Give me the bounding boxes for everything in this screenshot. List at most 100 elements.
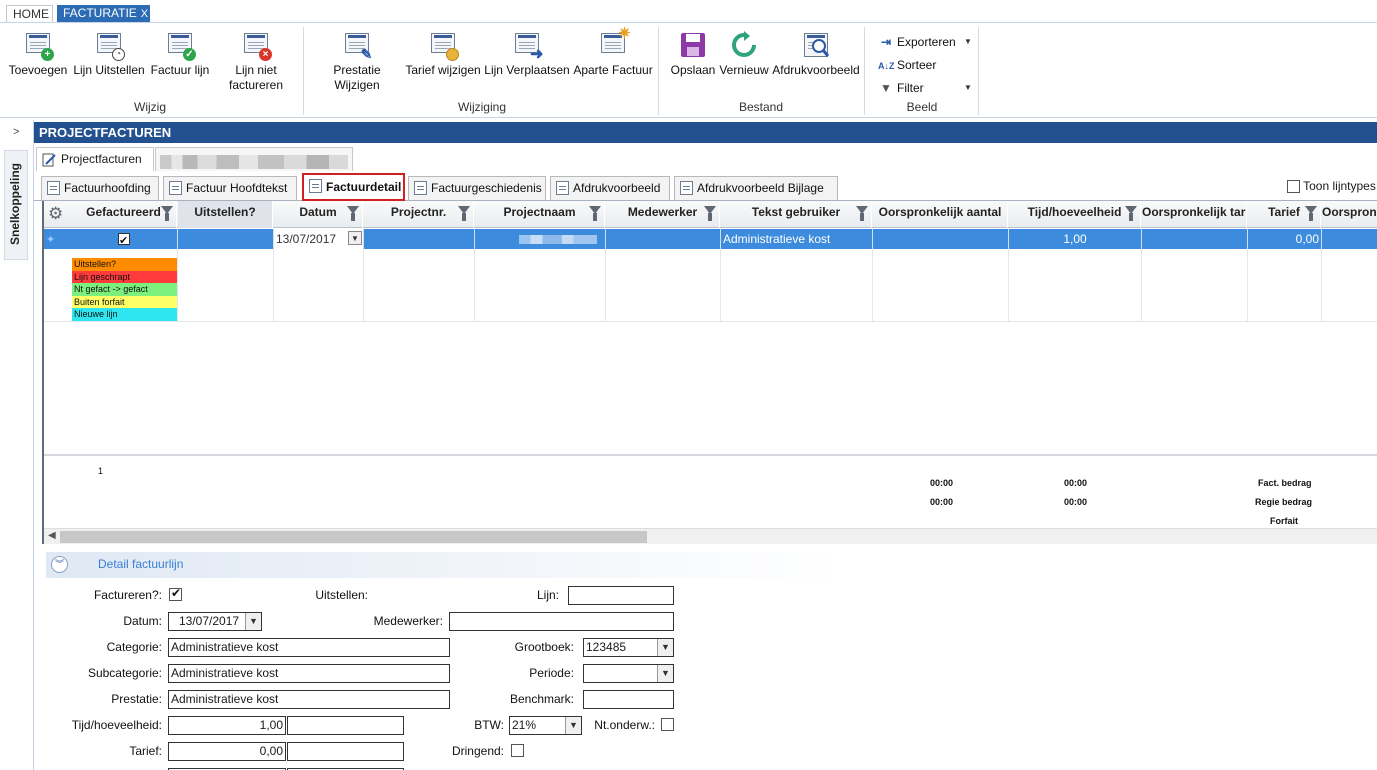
expand-side-panel-button[interactable]: >: [13, 126, 19, 138]
datum-value: 13/07/2017: [179, 614, 240, 628]
tab-afdrukvoorbeeld[interactable]: Afdrukvoorbeeld: [550, 176, 670, 200]
factureren-checkbox[interactable]: [169, 586, 182, 601]
close-tab-button[interactable]: X: [141, 8, 148, 20]
filter-icon[interactable]: [161, 206, 173, 221]
toon-lijntypes-checkbox[interactable]: [1287, 180, 1300, 194]
btw-select[interactable]: 21% ▼: [509, 716, 582, 735]
col-oorspronkelijk-aantal[interactable]: Oorspronkelijk aantal: [873, 201, 1008, 228]
collapse-chevron-icon[interactable]: ︾: [51, 556, 68, 573]
tab-factuurgeschiedenis[interactable]: Factuurgeschiedenis: [408, 176, 546, 200]
filter-icon[interactable]: [1125, 206, 1137, 221]
tab-home[interactable]: HOME: [6, 5, 53, 22]
snelkoppeling-tab[interactable]: Snelkoppeling: [4, 150, 28, 260]
medewerker-input[interactable]: [449, 612, 674, 631]
tab-factuur-hoofdtekst[interactable]: Factuur Hoofdtekst: [163, 176, 297, 200]
chevron-down-icon[interactable]: ▼: [565, 717, 581, 734]
filter-icon[interactable]: [856, 206, 868, 221]
cell-uitstellen[interactable]: [178, 229, 274, 249]
cell-oorspronkelijk-aantal[interactable]: [873, 229, 1009, 249]
col-gefactureerd[interactable]: Gefactureerd: [71, 201, 177, 228]
chevron-down-icon[interactable]: ▼: [657, 665, 673, 682]
tab-project-document[interactable]: [155, 147, 353, 171]
group-label-wijzig: Wijzig: [134, 100, 166, 114]
snelkoppeling-label: Snelkoppeling: [8, 163, 22, 246]
col-tekst-gebruiker[interactable]: Tekst gebruiker: [721, 201, 872, 228]
afdrukvoorbeeld-button[interactable]: Afdrukvoorbeeld: [771, 31, 861, 78]
filter-button[interactable]: ▼ Filter ▼: [878, 79, 972, 97]
cell-datum[interactable]: 13/07/2017 ▼: [274, 229, 364, 249]
datum-input[interactable]: 13/07/2017 ▼: [168, 612, 262, 631]
table-row[interactable]: ✦ 13/07/2017▼ Administratieve kost 1,00 …: [44, 229, 1377, 249]
nt-onderw-label: Nt.onderw.:: [594, 718, 655, 732]
tab-projectfacturen[interactable]: Projectfacturen: [36, 147, 154, 171]
lijn-uitstellen-button[interactable]: ◔ Lijn Uitstellen: [72, 31, 146, 78]
sorteer-button[interactable]: A↓Z Sorteer: [878, 56, 936, 74]
col-projectnaam[interactable]: Projectnaam: [475, 201, 605, 228]
exporteren-button[interactable]: ⇥ Exporteren ▼: [878, 33, 972, 51]
grootboek-select[interactable]: 123485 ▼: [583, 638, 674, 657]
toevoegen-button[interactable]: + Toevoegen: [6, 31, 70, 78]
cell-tijd-hoeveelheid[interactable]: 1,00: [1009, 229, 1142, 249]
chevron-down-icon[interactable]: ▼: [348, 231, 362, 245]
tab-factuurhoofding[interactable]: Factuurhoofding: [41, 176, 159, 200]
tijd-extra-input[interactable]: [287, 716, 404, 735]
col-tijd-hoeveelheid[interactable]: Tijd/hoeveelheid: [1009, 201, 1141, 228]
col-medewerker[interactable]: Medewerker: [606, 201, 720, 228]
col-projectnr[interactable]: Projectnr.: [364, 201, 474, 228]
cell-oorspronk[interactable]: [1322, 229, 1377, 249]
col-oorspronk[interactable]: Oorspronk: [1322, 201, 1377, 228]
prestatie-input[interactable]: Administratieve kost: [168, 690, 450, 709]
opslaan-button[interactable]: Opslaan: [669, 31, 717, 78]
col-datum[interactable]: Datum: [274, 201, 363, 228]
cell-tarief[interactable]: 0,00: [1248, 229, 1322, 249]
prestatie-wijzigen-button[interactable]: ✎ Prestatie Wijzigen: [326, 31, 388, 93]
vernieuw-button[interactable]: Vernieuw: [718, 31, 770, 78]
cell-oorspronkelijk-tarief[interactable]: [1142, 229, 1248, 249]
scrollbar-thumb[interactable]: [60, 531, 647, 543]
filter-icon[interactable]: [1305, 206, 1317, 221]
col-tarief[interactable]: Tarief: [1248, 201, 1321, 228]
subcategorie-input[interactable]: Administratieve kost: [168, 664, 450, 683]
col-uitstellen-label: Uitstellen?: [194, 205, 256, 219]
nt-onderw-checkbox[interactable]: [661, 718, 674, 731]
chevron-down-icon[interactable]: ▼: [657, 639, 673, 656]
datum-label: Datum:: [123, 614, 162, 628]
tab-factuurdetail-label: Factuurdetail: [326, 180, 402, 194]
col-uitstellen[interactable]: Uitstellen?: [178, 201, 273, 228]
grootboek-value: 123485: [586, 640, 627, 654]
detail-factuurlijn-header[interactable]: ︾ Detail factuurlijn: [46, 552, 1377, 578]
cell-gefactureerd[interactable]: [71, 229, 178, 249]
col-oorspronkelijk-tarief[interactable]: Oorspronkelijk tarief: [1142, 201, 1247, 228]
gefactureerd-checkbox[interactable]: [118, 231, 130, 249]
tab-afdrukvoorbeeld-bijlage[interactable]: Afdrukvoorbeeld Bijlage: [674, 176, 838, 200]
tarief-input[interactable]: 0,00: [168, 742, 286, 761]
aparte-factuur-button[interactable]: ✷ Aparte Factuur: [572, 26, 654, 78]
filter-icon[interactable]: [458, 206, 470, 221]
tijd-hoeveelheid-input[interactable]: 1,00: [168, 716, 286, 735]
filter-icon[interactable]: [704, 206, 716, 221]
tab-factuurdetail[interactable]: Factuurdetail: [302, 173, 405, 201]
filter-icon[interactable]: [347, 206, 359, 221]
cell-medewerker[interactable]: [606, 229, 721, 249]
toon-lijntypes-toggle[interactable]: Toon lijntypes: [1287, 179, 1376, 194]
scroll-left-icon[interactable]: ◀: [48, 530, 56, 541]
cell-tekst-gebruiker[interactable]: Administratieve kost: [721, 229, 873, 249]
page-title: PROJECTFACTUREN: [34, 122, 1377, 143]
lijn-input[interactable]: [568, 586, 674, 605]
tab-facturatie[interactable]: FACTURATIE X: [57, 5, 150, 22]
tarief-wijzigen-button[interactable]: Tarief wijzigen: [403, 31, 483, 78]
dringend-checkbox[interactable]: [511, 744, 524, 757]
lijn-verplaatsen-label: Lijn Verplaatsen: [484, 63, 570, 77]
column-settings-gear-icon[interactable]: ⚙: [48, 205, 66, 223]
horizontal-scrollbar[interactable]: ◀: [44, 528, 1377, 544]
benchmark-input[interactable]: [583, 690, 674, 709]
tarief-extra-input[interactable]: [287, 742, 404, 761]
chevron-down-icon[interactable]: ▼: [245, 613, 261, 630]
categorie-input[interactable]: Administratieve kost: [168, 638, 450, 657]
lijn-niet-factureren-button[interactable]: × Lijn niet factureren: [223, 31, 289, 93]
periode-select[interactable]: ▼: [583, 664, 674, 683]
filter-icon[interactable]: [589, 206, 601, 221]
cell-projectnr[interactable]: [364, 229, 475, 249]
factuur-lijn-button[interactable]: ✓ Factuur lijn: [149, 31, 211, 78]
lijn-verplaatsen-button[interactable]: ➜ Lijn Verplaatsen: [484, 31, 570, 78]
